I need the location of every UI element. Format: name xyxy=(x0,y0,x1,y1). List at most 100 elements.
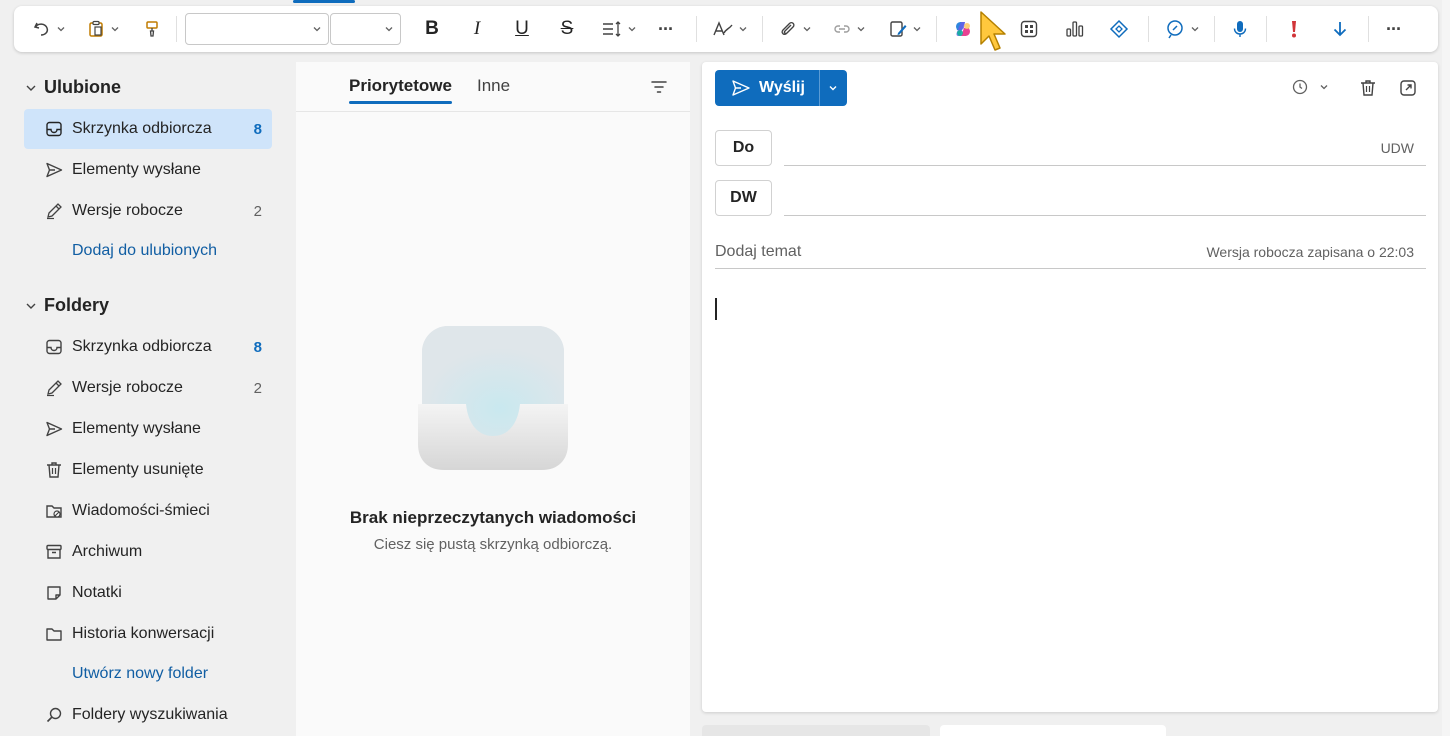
copilot-button[interactable] xyxy=(952,13,974,45)
chevron-down-icon xyxy=(628,27,636,32)
item-count: 2 xyxy=(253,379,262,397)
inbox-icon xyxy=(44,337,64,357)
to-button[interactable]: Do xyxy=(715,130,772,166)
strikethrough-button[interactable]: S xyxy=(557,13,577,45)
font-family-select[interactable] xyxy=(185,13,329,45)
formatting-toolbar: B I U S ··· ··· xyxy=(14,6,1438,52)
chevron-down-icon xyxy=(913,27,921,32)
chevron-down-icon xyxy=(313,27,321,32)
format-painter-button[interactable] xyxy=(142,13,162,45)
sidebar-item-favorite-drafts[interactable]: Wersje robocze 2 xyxy=(24,191,272,231)
sidebar-item-favorite-sent[interactable]: Elementy wysłane xyxy=(24,150,272,190)
paragraph-spacing-button[interactable] xyxy=(601,13,637,45)
send-button-label: Wyślij xyxy=(759,79,805,96)
tab-focused[interactable]: Priorytetowe xyxy=(349,76,452,104)
insert-link-button[interactable] xyxy=(832,13,866,45)
styles-button[interactable] xyxy=(712,13,748,45)
undo-icon xyxy=(33,22,49,36)
ribbon-tab-indicator xyxy=(293,0,355,3)
add-to-favorites-link[interactable]: Dodaj do ulubionych xyxy=(72,242,217,260)
sidebar-item-drafts[interactable]: Wersje robocze 2 xyxy=(24,368,272,408)
sidebar-item-search-folders[interactable]: Foldery wyszukiwania xyxy=(24,695,272,735)
sidebar-item-conversation-history[interactable]: Historia konwersacji xyxy=(24,614,272,654)
sidebar-item-label: Wersje robocze xyxy=(72,379,183,396)
inbox-icon xyxy=(44,119,64,139)
sidebar-item-sent[interactable]: Elementy wysłane xyxy=(24,409,272,449)
format-painter-icon xyxy=(146,21,158,37)
apps-icon xyxy=(1020,20,1038,38)
empty-inbox-illustration xyxy=(418,324,568,472)
chevron-down-icon xyxy=(385,27,393,32)
unread-count: 8 xyxy=(253,120,262,138)
sidebar-item-label: Skrzynka odbiorcza xyxy=(72,338,212,355)
pop-out-button[interactable] xyxy=(1398,78,1418,103)
sidebar-item-notes[interactable]: Notatki xyxy=(24,573,272,613)
chevron-down-icon xyxy=(803,27,811,32)
underline-button[interactable]: U xyxy=(512,13,532,45)
low-importance-button[interactable] xyxy=(1330,13,1350,45)
empty-state-subtitle: Ciesz się pustą skrzynką odbiorczą. xyxy=(373,536,613,553)
undo-button[interactable] xyxy=(32,13,66,45)
chevron-down-icon xyxy=(26,85,36,91)
subject-underline xyxy=(715,268,1426,269)
editor-icon xyxy=(1167,20,1183,39)
toolbar-divider xyxy=(762,16,763,42)
create-new-folder-link[interactable]: Utwórz nowy folder xyxy=(72,665,208,683)
bold-button[interactable]: B xyxy=(422,13,442,45)
sidebar-item-deleted[interactable]: Elementy usunięte xyxy=(24,450,272,490)
more-options-button[interactable]: ··· xyxy=(1386,13,1402,45)
dictate-button[interactable] xyxy=(1230,13,1250,45)
paste-button[interactable] xyxy=(86,13,120,45)
sidebar-item-favorite-inbox[interactable]: Skrzynka odbiorcza 8 xyxy=(24,109,272,149)
importance-high-icon xyxy=(1292,21,1296,38)
send-button-group: Wyślij xyxy=(715,70,847,106)
body-text-cursor[interactable] xyxy=(715,298,717,320)
bcc-button[interactable]: UDW xyxy=(1381,140,1414,156)
search-icon xyxy=(44,705,64,725)
sidebar-item-label: Elementy wysłane xyxy=(72,420,201,437)
attach-icon xyxy=(781,21,795,36)
apps-button[interactable] xyxy=(1019,13,1039,45)
send-button[interactable]: Wyślij xyxy=(715,70,819,106)
inbox-tabs: Priorytetowe Inne xyxy=(296,62,690,112)
filter-icon[interactable] xyxy=(650,78,668,101)
folders-header-label: Foldery xyxy=(44,295,110,315)
cc-field[interactable] xyxy=(784,215,1426,216)
underline-icon: U xyxy=(515,18,529,39)
tab-other[interactable]: Inne xyxy=(477,76,510,96)
sidebar-item-inbox[interactable]: Skrzynka odbiorcza 8 xyxy=(24,327,272,367)
toolbar-divider xyxy=(1214,16,1215,42)
font-size-select[interactable] xyxy=(330,13,401,45)
bottom-tab[interactable] xyxy=(702,725,930,736)
signature-button[interactable] xyxy=(888,13,922,45)
chevron-down-icon xyxy=(26,303,36,309)
chart-button[interactable] xyxy=(1064,13,1086,45)
toolbar-divider xyxy=(1148,16,1149,42)
discard-button[interactable] xyxy=(1358,78,1378,103)
to-field[interactable] xyxy=(784,165,1426,166)
schedule-send-button[interactable] xyxy=(1291,78,1329,96)
italic-button[interactable]: I xyxy=(467,13,487,45)
cc-button[interactable]: DW xyxy=(715,180,772,216)
archive-icon xyxy=(44,542,64,562)
folders-header[interactable]: Foldery xyxy=(24,295,109,316)
sidebar-item-junk[interactable]: Wiadomości-śmieci xyxy=(24,491,272,531)
clock-icon xyxy=(1292,79,1308,95)
send-options-dropdown[interactable] xyxy=(818,70,847,106)
high-importance-button[interactable] xyxy=(1286,13,1302,45)
favorites-header[interactable]: Ulubione xyxy=(24,77,121,98)
toolbar-divider xyxy=(1368,16,1369,42)
bottom-tab[interactable] xyxy=(940,725,1166,736)
trash-icon xyxy=(1361,80,1375,96)
toolbar-divider xyxy=(696,16,697,42)
strikethrough-icon: S xyxy=(560,18,574,39)
subject-input[interactable]: Dodaj temat xyxy=(715,243,801,261)
attach-file-button[interactable] xyxy=(778,13,812,45)
editor-button[interactable] xyxy=(1164,13,1200,45)
sidebar-item-archive[interactable]: Archiwum xyxy=(24,532,272,572)
pop-out-icon xyxy=(1400,80,1416,96)
sidebar-item-label: Foldery wyszukiwania xyxy=(72,706,228,723)
loop-button[interactable] xyxy=(1108,13,1130,45)
more-formatting-button[interactable]: ··· xyxy=(658,13,674,45)
importance-low-icon xyxy=(1333,22,1347,37)
